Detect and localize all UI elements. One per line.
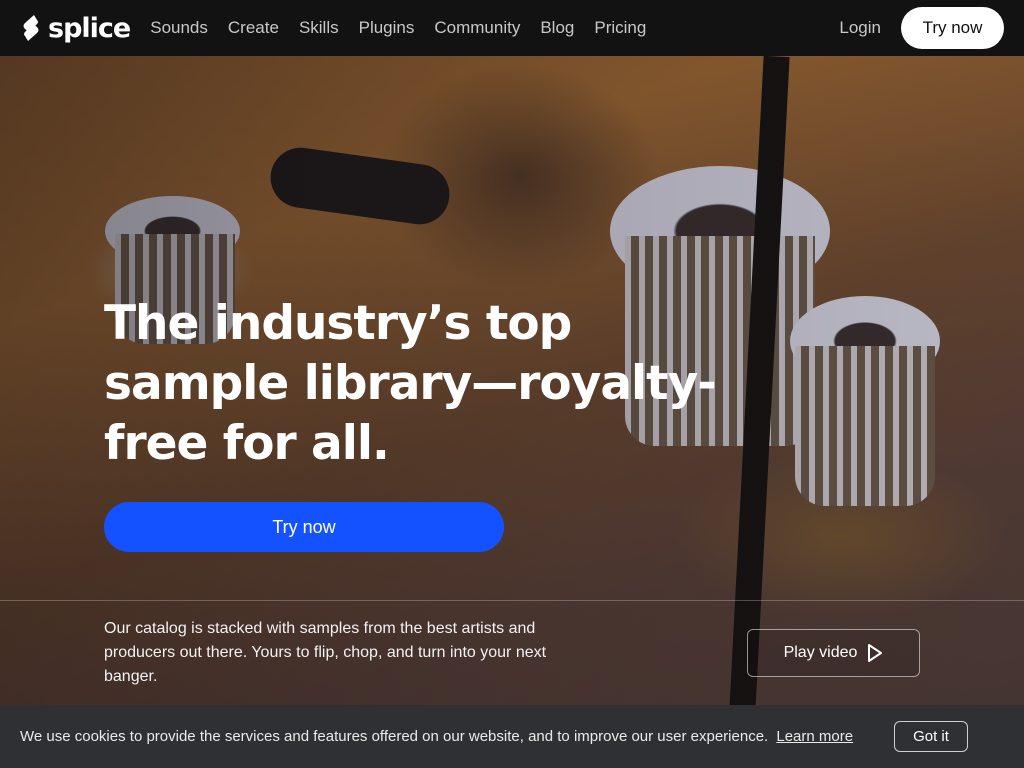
hero-description: Our catalog is stacked with samples from… — [104, 620, 547, 685]
nav-link-sounds[interactable]: Sounds — [150, 18, 208, 38]
top-nav: splice Sounds Create Skills Plugins Comm… — [0, 0, 1024, 56]
cookie-message: We use cookies to provide the services a… — [20, 728, 769, 745]
hero-headline: The industry’s top sample library—royalt… — [104, 296, 717, 471]
nav-link-create[interactable]: Create — [228, 18, 279, 38]
splice-logo-icon — [23, 15, 39, 41]
learn-more-link[interactable]: Learn more — [776, 728, 853, 745]
try-now-nav-button[interactable]: Try now — [901, 7, 1004, 49]
login-link[interactable]: Login — [839, 18, 881, 38]
nav-link-community[interactable]: Community — [434, 18, 520, 38]
nav-links: Sounds Create Skills Plugins Community B… — [150, 18, 646, 38]
got-it-button[interactable]: Got it — [894, 721, 968, 752]
cookie-banner: We use cookies to provide the services a… — [0, 705, 1024, 768]
play-icon — [868, 644, 883, 662]
brand-name: splice — [48, 12, 131, 44]
nav-link-blog[interactable]: Blog — [540, 18, 574, 38]
play-video-label: Play video — [783, 644, 858, 661]
nav-link-skills[interactable]: Skills — [299, 18, 339, 38]
try-now-hero-button[interactable]: Try now — [104, 502, 504, 552]
hero-section: The industry’s top sample library—royalt… — [0, 56, 1024, 768]
play-video-button[interactable]: Play video — [747, 629, 920, 677]
nav-actions: Login Try now — [839, 7, 1004, 49]
hero-divider — [0, 600, 1024, 601]
nav-link-pricing[interactable]: Pricing — [594, 18, 646, 38]
nav-link-plugins[interactable]: Plugins — [359, 18, 415, 38]
cookie-text-wrap: We use cookies to provide the services a… — [20, 728, 853, 745]
splice-logo[interactable]: splice — [20, 12, 131, 44]
